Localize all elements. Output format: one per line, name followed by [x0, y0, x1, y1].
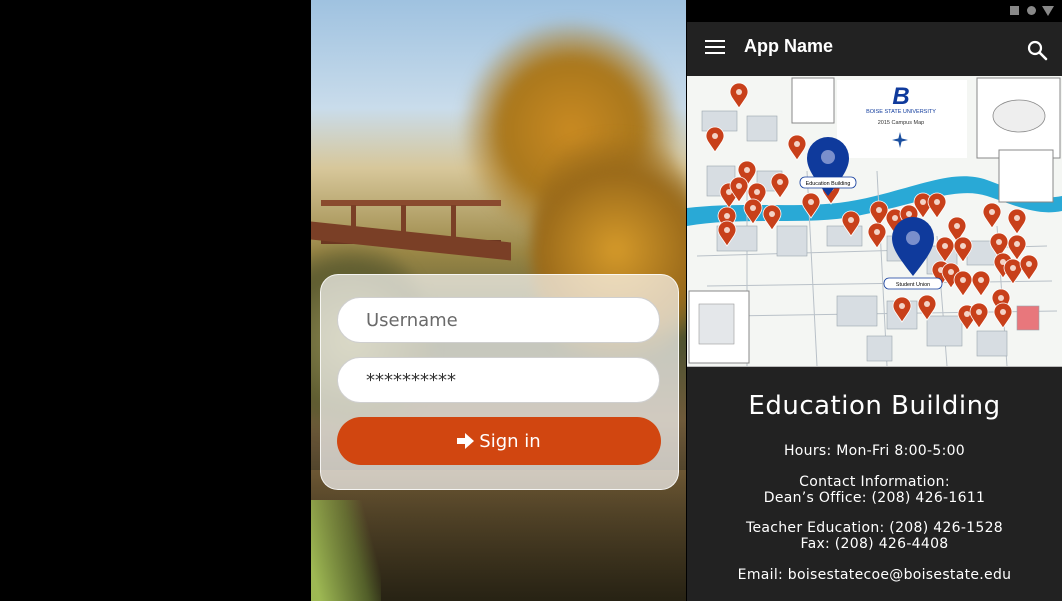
inset-map [791, 77, 835, 124]
map-marker-dot [954, 223, 960, 229]
map-marker-icon[interactable] [787, 134, 807, 161]
building-details: Education Building Hours: Mon-Fri 8:00-5… [687, 367, 1062, 601]
map-marker-dot [920, 199, 926, 205]
map-marker-dot [724, 213, 730, 219]
circle-icon [1027, 6, 1036, 15]
map-marker-dot [769, 211, 775, 217]
map-marker-icon[interactable] [1019, 254, 1039, 281]
app-bar: App Name [687, 22, 1062, 76]
teacher-education-phone: Teacher Education: (208) 426-1528 [745, 520, 1004, 536]
password-input[interactable] [337, 357, 660, 403]
map-marker-dot [960, 277, 966, 283]
map-marker-dot [736, 183, 742, 189]
map-marker-icon[interactable] [1007, 234, 1027, 261]
map-marker-dot [942, 243, 948, 249]
map-marker-icon[interactable] [869, 200, 889, 227]
map-marker-dot [736, 89, 742, 95]
map-marker-dot [750, 205, 756, 211]
building-name: Education Building [748, 391, 1001, 421]
map-marker-dot [899, 303, 905, 309]
map-marker-dot [976, 309, 982, 315]
reeds [311, 500, 381, 601]
fax-number: Fax: (208) 426-4408 [800, 536, 949, 552]
deans-office-phone: Dean’s Office: (208) 426-1611 [763, 490, 986, 506]
sign-in-arrow-icon [457, 433, 475, 449]
search-icon[interactable] [1026, 39, 1048, 61]
map-marker-icon[interactable] [927, 192, 947, 219]
inset-map [998, 149, 1054, 203]
map-marker-dot [998, 295, 1004, 301]
map-marker-dot [777, 179, 783, 185]
map-marker-dot [744, 167, 750, 173]
map-marker-icon[interactable] [969, 302, 989, 329]
map-marker-dot [754, 189, 760, 195]
campus-map-canvas: B BOISE STATE UNIVERSITY 2015 Campus Map… [687, 77, 1062, 366]
map-marker-dot [948, 269, 954, 275]
square-icon [1010, 6, 1019, 15]
map-marker-icon[interactable] [705, 126, 725, 153]
hamburger-menu-icon[interactable] [705, 40, 725, 58]
map-marker-dot [1010, 265, 1016, 271]
map-university-name: BOISE STATE UNIVERSITY [866, 109, 936, 115]
map-marker-dot [989, 209, 995, 215]
map-marker-dot [924, 301, 930, 307]
map-marker-icon[interactable] [770, 172, 790, 199]
triangle-down-icon [1042, 6, 1054, 16]
app-screen: App Name B BOISE STATE UNIVERSITY 2015 C… [686, 0, 1062, 601]
map-marker-icon[interactable] [971, 270, 991, 297]
sign-in-label: Sign in [479, 430, 541, 452]
map-marker-dot [874, 229, 880, 235]
map-marker-icon[interactable] [867, 222, 887, 249]
email-address: Email: boisestatecoe@boisestate.edu [737, 567, 1012, 583]
map-marker-dot [1000, 309, 1006, 315]
map-marker-dot [906, 211, 912, 217]
map-marker-icon[interactable] [982, 202, 1002, 229]
map-logo: B [892, 83, 909, 110]
map-marker-dot [978, 277, 984, 283]
map-marker-icon[interactable] [993, 302, 1013, 329]
map-marker-dot [712, 133, 718, 139]
map-marker-dot [876, 207, 882, 213]
education-building-map-label: Education Building [806, 181, 851, 187]
map-marker-dot [794, 141, 800, 147]
map-marker-dot [892, 215, 898, 221]
login-card: Sign in [320, 274, 679, 490]
username-input[interactable] [337, 297, 660, 343]
map-marker-icon[interactable] [1003, 258, 1023, 285]
map-marker-dot [1026, 261, 1032, 267]
status-bar [686, 0, 1062, 22]
map-title: 2015 Campus Map [878, 120, 924, 126]
map-marker-dot [996, 239, 1002, 245]
sign-in-button[interactable]: Sign in [337, 417, 661, 465]
campus-map[interactable]: B BOISE STATE UNIVERSITY 2015 Campus Map… [687, 76, 1062, 367]
student-union-map-label: Student Union [896, 282, 930, 288]
app-title: App Name [744, 36, 834, 56]
map-marker-dot [960, 243, 966, 249]
building-hours: Hours: Mon-Fri 8:00-5:00 [783, 443, 965, 459]
bridge-post [451, 205, 456, 237]
login-screen: Sign in [311, 0, 686, 601]
map-marker-dot [848, 217, 854, 223]
map-marker-icon[interactable] [729, 82, 749, 109]
map-marker-dot [1014, 215, 1020, 221]
map-marker-icon[interactable] [1007, 208, 1027, 235]
map-marker-dot [964, 311, 970, 317]
map-marker-dot [934, 199, 940, 205]
map-marker-dot [724, 227, 730, 233]
contact-heading: Contact Information: [799, 474, 950, 490]
map-marker-icon[interactable] [953, 270, 973, 297]
map-marker-dot [808, 199, 814, 205]
map-marker-dot [1014, 241, 1020, 247]
